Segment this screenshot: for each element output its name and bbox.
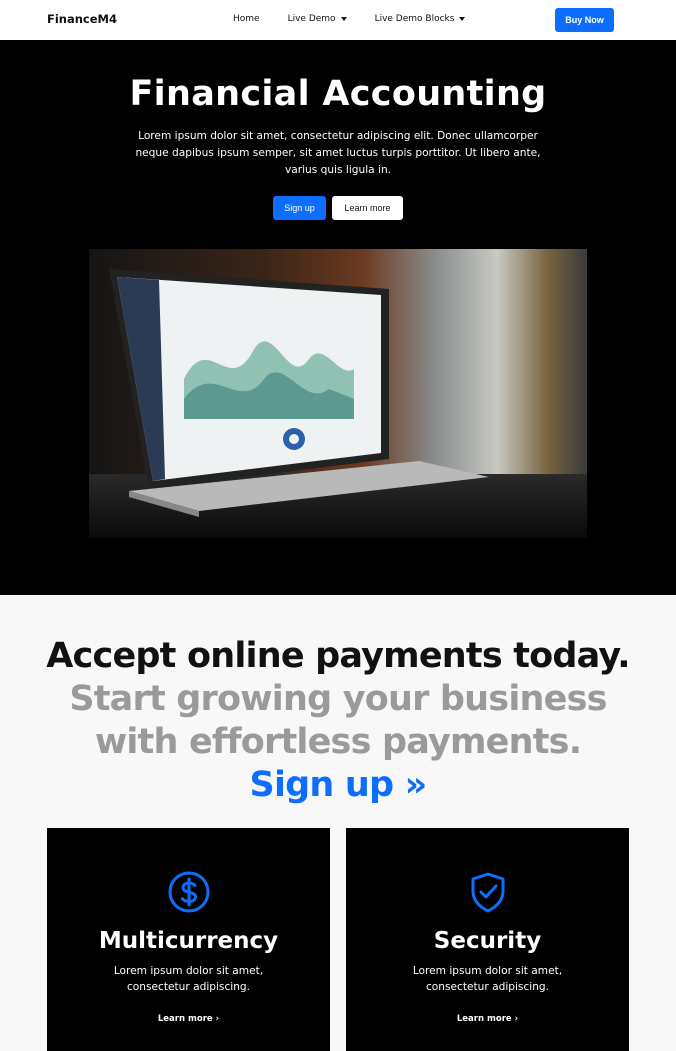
card-text: Lorem ipsum dolor sit amet, consectetur …	[113, 965, 264, 993]
payments-cta: Accept online payments today. Start grow…	[0, 634, 676, 807]
card-learn-more-link[interactable]: Learn more ›	[346, 1014, 629, 1024]
card-title: Multicurrency	[98, 928, 279, 954]
hero-laptop-image	[89, 249, 587, 538]
feature-card-multicurrency: Multicurrency Lorem ipsum dolor sit amet…	[47, 828, 330, 1051]
cta-sub-text: Start growing your business with effortl…	[69, 679, 607, 762]
learn-more-button[interactable]: Learn more	[332, 196, 403, 220]
nav-live-demo[interactable]: Live Demo	[288, 14, 347, 24]
nav-home[interactable]: Home	[233, 14, 260, 24]
nav-live-demo-blocks-label: Live Demo Blocks	[374, 14, 455, 24]
hero-description: Lorem ipsum dolor sit amet, consectetur …	[135, 130, 541, 176]
feature-card-security: Security Lorem ipsum dolor sit amet, con…	[346, 828, 629, 1051]
cta-signup-link[interactable]: Sign up »	[250, 765, 428, 805]
nav-home-label: Home	[233, 14, 260, 24]
main-nav: Home Live Demo Live Demo Blocks	[233, 14, 493, 24]
hero-buttons: Sign up Learn more	[273, 196, 403, 220]
hero-title: Financial Accounting	[129, 74, 547, 114]
signup-button[interactable]: Sign up	[273, 196, 326, 220]
card-text: Lorem ipsum dolor sit amet, consectetur …	[412, 965, 563, 993]
shield-check-icon	[346, 870, 629, 914]
nav-live-demo-label: Live Demo	[287, 14, 336, 24]
laptop-dashboard-illustration	[89, 249, 587, 538]
hero-section: Financial Accounting Lorem ipsum dolor s…	[0, 40, 676, 595]
dollar-circle-icon	[47, 870, 330, 914]
buy-now-button[interactable]: Buy Now	[555, 8, 614, 32]
caret-down-icon	[340, 17, 347, 21]
caret-down-icon	[459, 17, 466, 21]
brand-logo[interactable]: FinanceM4	[47, 12, 117, 26]
cta-subheading: Start growing your business with effortl…	[58, 678, 618, 807]
top-navbar: FinanceM4 Home Live Demo Live Demo Block…	[0, 0, 676, 40]
card-learn-more-link[interactable]: Learn more ›	[47, 1014, 330, 1024]
nav-live-demo-blocks[interactable]: Live Demo Blocks	[375, 14, 466, 24]
card-title: Security	[433, 928, 542, 954]
cta-heading: Accept online payments today.	[46, 636, 630, 676]
